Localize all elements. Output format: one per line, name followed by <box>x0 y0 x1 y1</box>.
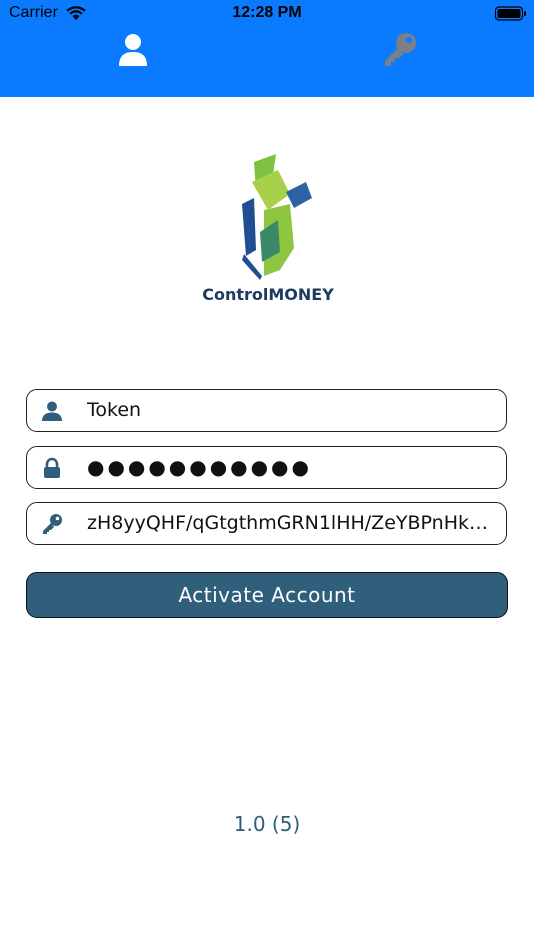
token-value: Token <box>87 399 142 421</box>
lock-icon <box>41 457 63 479</box>
app-version: 1.0 (5) <box>233 812 301 836</box>
password-value: ●●●●●●●●●●● <box>87 455 312 479</box>
app-header: Carrier 12:28 PM <box>0 0 534 97</box>
key-value: zH8yyQHF/qGtgthmGRN1lHH/ZeYBPnHkrw... <box>87 512 494 534</box>
key-icon <box>41 513 63 535</box>
controlmoney-logo: ControlMONEY <box>198 152 338 312</box>
status-bar: Carrier 12:28 PM <box>0 0 534 28</box>
tab-user[interactable] <box>113 30 153 70</box>
user-icon <box>119 34 147 66</box>
token-field[interactable]: Token <box>26 389 507 432</box>
key-field[interactable]: zH8yyQHF/qGtgthmGRN1lHH/ZeYBPnHkrw... <box>26 502 507 545</box>
battery-icon <box>494 6 527 27</box>
brand-name: ControlMONEY <box>202 285 334 304</box>
clock: 12:28 PM <box>232 4 302 21</box>
password-field[interactable]: ●●●●●●●●●●● <box>26 446 507 489</box>
tab-key[interactable] <box>380 30 420 70</box>
key-icon <box>385 33 416 66</box>
user-icon <box>41 400 63 422</box>
activate-account-button[interactable]: Activate Account <box>26 572 508 618</box>
